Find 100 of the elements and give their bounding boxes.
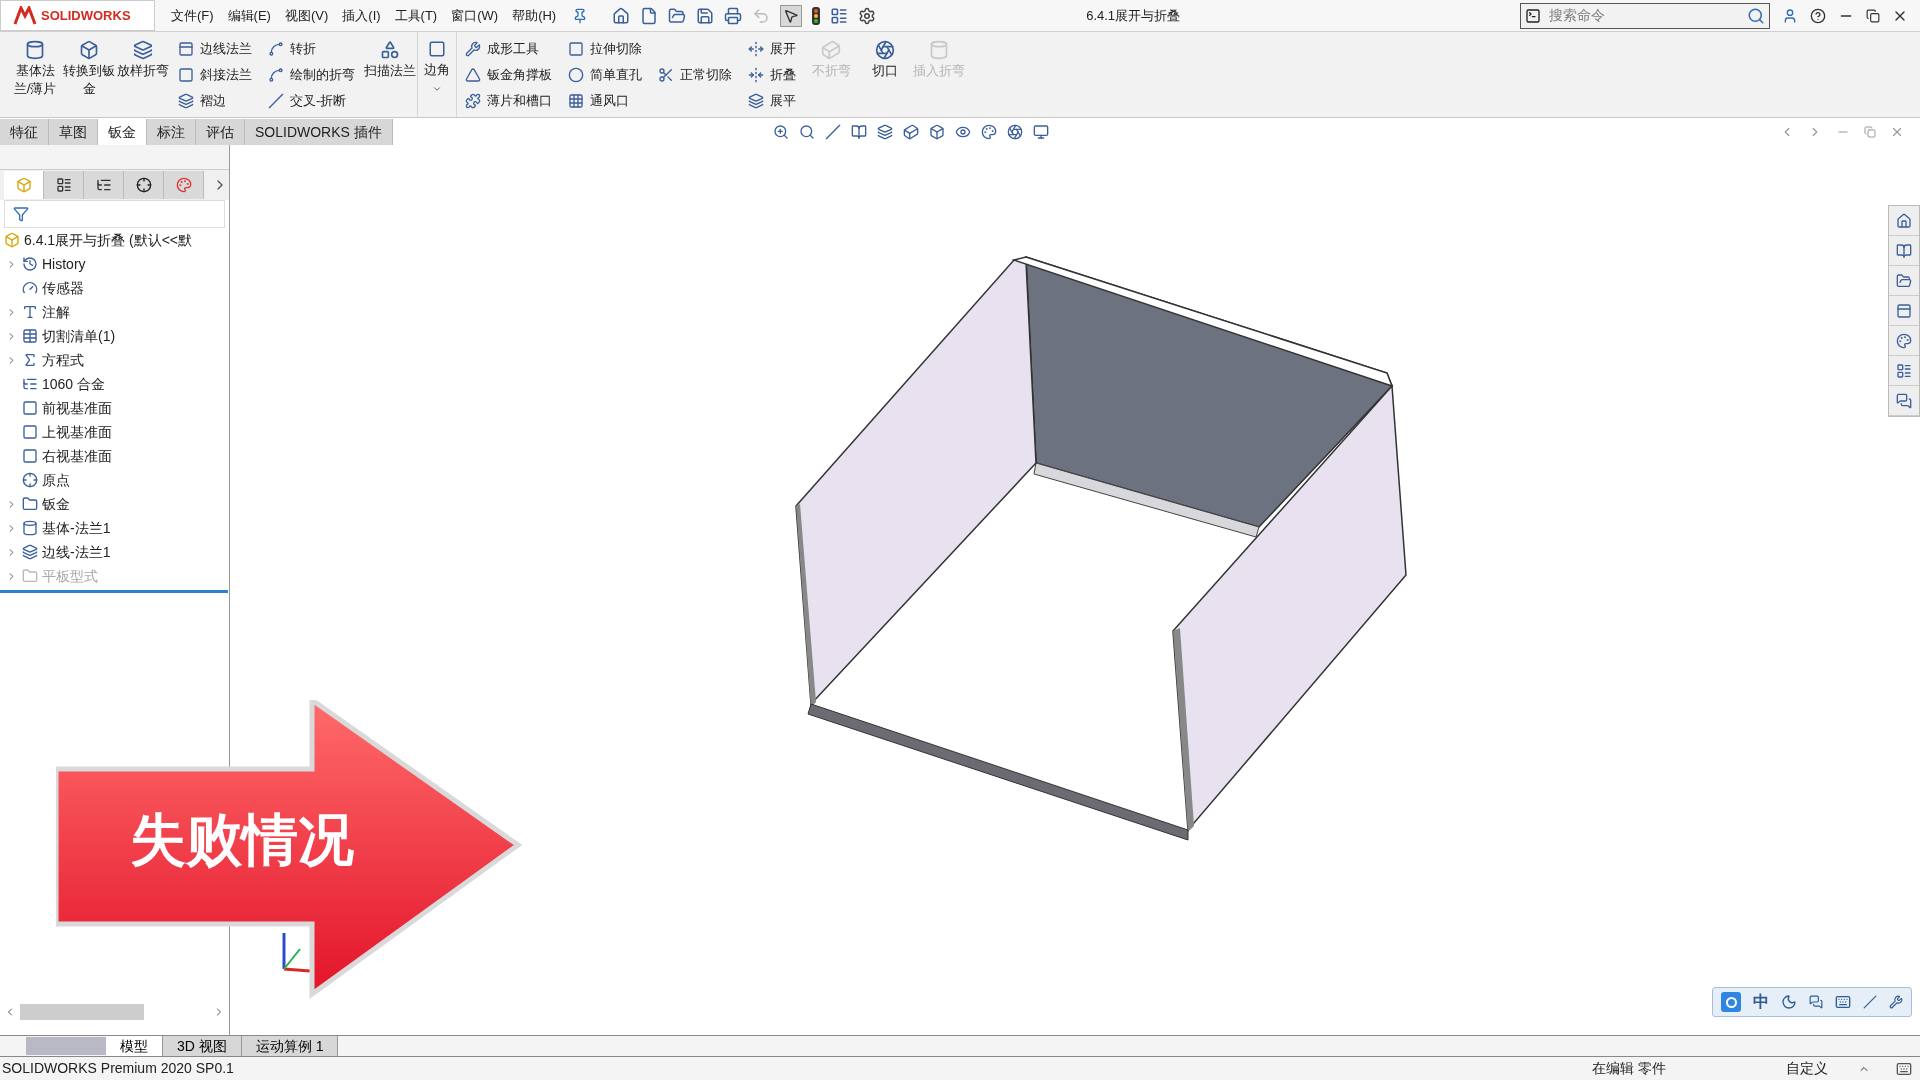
palette-icon[interactable] <box>175 177 192 193</box>
tree-item[interactable]: 边线-法兰1 <box>42 541 111 563</box>
help-icon[interactable] <box>1810 7 1826 24</box>
search-bar[interactable]: 搜索命令 <box>1520 2 1770 29</box>
pointer-icon[interactable] <box>783 7 800 24</box>
bottom-tab[interactable]: 3D 视图 <box>163 1036 242 1056</box>
ribbon-tab[interactable]: SOLIDWORKS 插件 <box>245 119 393 145</box>
ribbon-button[interactable]: 基体法兰/薄片 <box>8 32 62 117</box>
panel-tab[interactable] <box>44 171 84 199</box>
tree-item[interactable]: 切割清单(1) <box>42 325 116 347</box>
monitor-icon[interactable] <box>1032 123 1049 140</box>
ribbon-button[interactable]: 斜接法兰 <box>178 63 252 86</box>
cube-icon[interactable] <box>902 123 919 140</box>
tree-item[interactable]: 上视基准面 <box>42 421 112 443</box>
tree-item[interactable]: 原点 <box>42 469 70 491</box>
pen-icon[interactable] <box>1863 995 1877 1009</box>
ribbon-button[interactable]: 边线法兰 <box>178 37 252 60</box>
keyboard-icon[interactable] <box>1896 1060 1912 1077</box>
list-icon[interactable] <box>830 6 849 25</box>
tree-icon[interactable] <box>95 177 112 193</box>
menu-item[interactable]: 帮助(H) <box>512 5 557 26</box>
ime-logo-icon[interactable] <box>1721 992 1741 1012</box>
ribbon-button[interactable]: 正常切除 <box>658 63 732 86</box>
home-icon[interactable] <box>1896 212 1912 229</box>
bottom-tab[interactable]: 模型 <box>106 1036 163 1056</box>
settings-icon[interactable] <box>858 6 877 25</box>
home-icon[interactable] <box>612 6 631 25</box>
ribbon-button[interactable]: 绘制的折弯 <box>268 63 355 86</box>
ribbon-tab[interactable]: 评估 <box>196 119 245 145</box>
user-icon[interactable] <box>1782 7 1798 24</box>
ribbon-button[interactable]: 展开 <box>748 37 796 60</box>
search-icon[interactable] <box>1747 6 1765 25</box>
folder-icon[interactable] <box>1896 272 1912 289</box>
list-icon[interactable] <box>55 177 72 193</box>
layers-icon[interactable] <box>876 123 893 140</box>
ribbon-button[interactable]: 边角 <box>417 32 457 117</box>
scrollbar-thumb[interactable] <box>20 1004 144 1020</box>
units-status[interactable]: 自定义 <box>1786 1058 1828 1079</box>
filter-field[interactable] <box>4 200 225 228</box>
ribbon-button[interactable]: 通风口 <box>568 89 642 112</box>
list-icon[interactable] <box>1896 362 1912 379</box>
tree-item[interactable]: 右视基准面 <box>42 445 112 467</box>
panel-tab[interactable] <box>124 171 164 199</box>
file-icon[interactable] <box>640 6 659 25</box>
ribbon-button[interactable]: 钣金角撑板 <box>465 63 552 86</box>
book-icon[interactable] <box>1896 242 1912 259</box>
palette-icon[interactable] <box>1896 332 1912 349</box>
menu-item[interactable]: 视图(V) <box>284 5 329 26</box>
folder-icon[interactable] <box>668 6 687 25</box>
ribbon-tab[interactable]: 特征 <box>0 119 49 145</box>
traffic-light-icon[interactable] <box>812 6 821 25</box>
ribbon-button[interactable]: 拉伸切除 <box>568 37 642 60</box>
tree-root[interactable]: 6.4.1展开与折叠 (默认<<默 <box>24 229 193 251</box>
menu-item[interactable]: 编辑(E) <box>227 5 271 26</box>
tree-item[interactable]: 钣金 <box>42 493 70 515</box>
ribbon-button[interactable]: 切口 <box>858 32 912 117</box>
restore-icon[interactable] <box>1866 8 1880 23</box>
ribbon-button[interactable]: 放样折弯 <box>116 32 170 117</box>
ribbon-button[interactable]: 转换到钣金 <box>62 32 116 117</box>
book-icon[interactable] <box>850 123 867 140</box>
menu-item[interactable]: 文件(F) <box>171 5 214 26</box>
search-field[interactable]: 搜索命令 <box>1549 5 1739 26</box>
crosshair-icon[interactable] <box>135 177 152 193</box>
tree-item[interactable]: History <box>42 253 86 275</box>
moon-icon[interactable] <box>1781 994 1797 1010</box>
tree-item[interactable]: 方程式 <box>42 349 84 371</box>
aperture-icon[interactable] <box>1006 123 1023 140</box>
ribbon-button[interactable]: 扫描法兰 <box>363 32 417 117</box>
tree-item[interactable]: 前视基准面 <box>42 397 112 419</box>
ribbon-tab[interactable]: 草图 <box>49 119 98 145</box>
ribbon-button[interactable]: 薄片和槽口 <box>465 89 552 112</box>
menu-item[interactable]: 插入(I) <box>342 5 381 26</box>
filter-icon[interactable] <box>13 206 29 222</box>
chat-icon[interactable] <box>1896 392 1912 409</box>
save-icon[interactable] <box>696 6 715 25</box>
wrench-icon[interactable] <box>1889 995 1903 1009</box>
panel-icon[interactable] <box>1896 302 1912 319</box>
ribbon-button[interactable]: 展平 <box>748 89 796 112</box>
ribbon-button[interactable]: 转折 <box>268 37 355 60</box>
ribbon-button[interactable]: 折叠 <box>748 63 796 86</box>
pen-icon[interactable] <box>824 123 841 140</box>
menu-item[interactable]: 工具(T) <box>394 5 438 26</box>
box-icon[interactable] <box>928 123 945 140</box>
palette-icon[interactable] <box>980 123 997 140</box>
menu-item[interactable]: 窗口(W) <box>451 5 499 26</box>
punctuation-icon[interactable] <box>1809 995 1823 1009</box>
ribbon-button[interactable]: 交叉-折断 <box>268 89 355 112</box>
bottom-tab[interactable]: 运动算例 1 <box>241 1036 339 1056</box>
printer-icon[interactable] <box>724 6 743 25</box>
tree-item[interactable]: 注解 <box>42 301 70 323</box>
terminal-icon[interactable] <box>1525 7 1541 24</box>
keyboard-icon[interactable] <box>1835 994 1851 1010</box>
tree-item[interactable]: 传感器 <box>42 277 84 299</box>
ime-mode[interactable]: 中 <box>1753 990 1769 1014</box>
search-icon[interactable] <box>798 123 815 140</box>
panel-tab[interactable] <box>84 171 124 199</box>
ribbon-button[interactable]: 成形工具 <box>465 37 552 60</box>
ribbon-button[interactable]: 褶边 <box>178 89 252 112</box>
ribbon-button[interactable]: 简单直孔 <box>568 63 642 86</box>
ribbon-tab[interactable]: 标注 <box>147 119 196 145</box>
